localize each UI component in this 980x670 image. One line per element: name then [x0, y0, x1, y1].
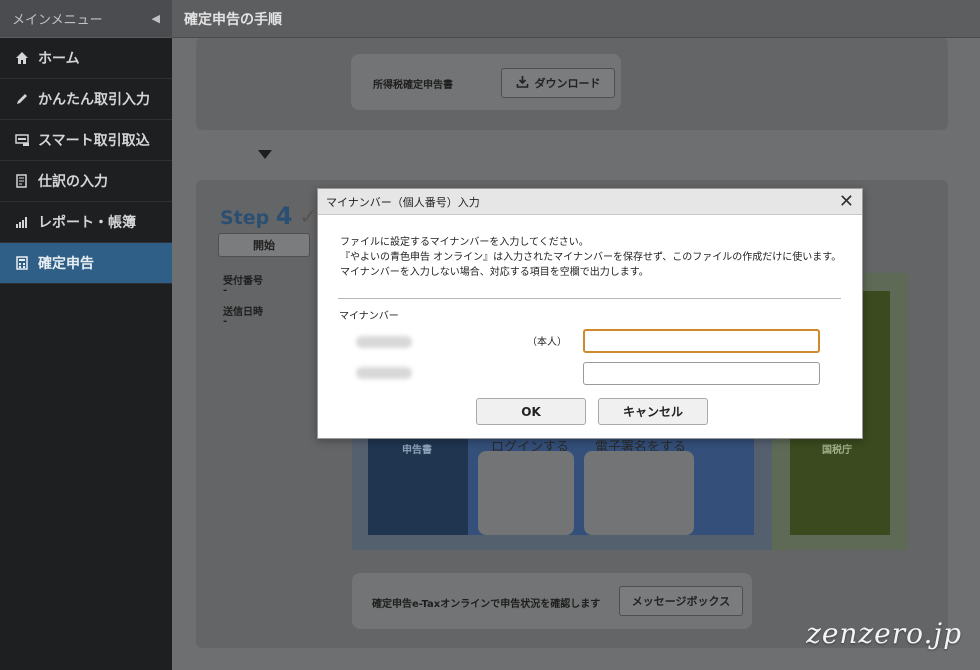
ok-button[interactable]: OK — [476, 398, 586, 425]
watermark: zenzero.jp — [806, 617, 962, 650]
journal-icon — [14, 173, 30, 189]
sidebar-item-label: ホーム — [38, 51, 80, 67]
dialog-title: マイナンバー（個人番号）入力 — [326, 195, 480, 209]
redacted-name-1 — [356, 336, 412, 348]
cancel-button[interactable]: キャンセル — [598, 398, 708, 425]
sidebar-title: メインメニュー — [12, 13, 103, 28]
doc-label: 所得税確定申告書 — [373, 80, 453, 91]
home-icon — [14, 50, 30, 66]
dialog-titlebar: マイナンバー（個人番号）入力 ✕ — [318, 189, 862, 215]
my-number-self-field[interactable] — [583, 329, 820, 353]
self-label: （本人） — [527, 337, 567, 348]
sidebar-item-journal[interactable]: 仕訳の入力 — [0, 161, 172, 202]
sent-label: 送信日時 — [223, 307, 263, 318]
sidebar-item-label: かんたん取引入力 — [38, 92, 150, 108]
sidebar-header[interactable]: メインメニュー ◀ — [0, 0, 172, 38]
desc-line-1: ファイルに設定するマイナンバーを入力してください。 — [340, 237, 589, 248]
import-icon — [14, 132, 30, 148]
login-card — [478, 451, 574, 535]
sign-card — [584, 451, 694, 535]
step-number: 4 — [275, 202, 293, 230]
receipt-value: - — [223, 285, 228, 296]
dialog-description: ファイルに設定するマイナンバーを入力してください。 『やよいの青色申告 オンライ… — [340, 235, 841, 280]
desc-line-3: マイナンバーを入力しない場合、対応する項目を空欄で出力します。 — [340, 267, 649, 278]
sidebar-item-label: スマート取引取込 — [38, 133, 150, 149]
start-button-label: 開始 — [253, 239, 275, 252]
sidebar-item-reports[interactable]: レポート・帳簿 — [0, 202, 172, 243]
my-number-dependent-field[interactable] — [583, 362, 820, 385]
sent-value: - — [223, 316, 228, 327]
divider — [338, 298, 841, 299]
sidebar-item-label: 仕訳の入力 — [38, 174, 108, 190]
status-card: 確定申告e-Taxオンラインで申告状況を確認します メッセージボックス — [352, 573, 752, 629]
illus-doc-label: 申告書 — [402, 445, 432, 456]
status-text: 確定申告e-Taxオンラインで申告状況を確認します — [372, 599, 601, 610]
topbar: 確定申告の手順 — [172, 0, 980, 38]
redacted-name-2 — [356, 367, 412, 379]
page-title: 確定申告の手順 — [184, 11, 282, 28]
sidebar-item-tax-return[interactable]: 確定申告 — [0, 243, 172, 284]
download-panel: 所得税確定申告書 ダウンロード — [196, 38, 948, 130]
down-arrow-icon — [258, 150, 272, 159]
desc-line-2: 『やよいの青色申告 オンライン』は入力されたマイナンバーを保存せず、このファイル… — [340, 252, 842, 263]
sidebar-item-home[interactable]: ホーム — [0, 38, 172, 79]
download-icon — [516, 75, 529, 91]
sidebar-item-smart-import[interactable]: スマート取引取込 — [0, 120, 172, 161]
sidebar: メインメニュー ◀ ホーム かんたん取引入力 スマート取引取込 仕訳の入力 レポ… — [0, 0, 172, 670]
check-icon: ✓ — [299, 205, 318, 230]
bar-chart-icon — [14, 214, 30, 230]
collapse-icon[interactable]: ◀ — [152, 12, 160, 25]
sidebar-item-label: 確定申告 — [38, 256, 94, 272]
step-heading: Step 4 ✓ — [220, 202, 318, 230]
illus-tax-label: 国税庁 — [822, 445, 852, 456]
step-label: Step — [220, 207, 270, 229]
download-button[interactable]: ダウンロード — [501, 68, 615, 98]
section-label: マイナンバー — [339, 311, 399, 322]
close-icon[interactable]: ✕ — [839, 192, 854, 211]
my-number-dialog: マイナンバー（個人番号）入力 ✕ ファイルに設定するマイナンバーを入力してくださ… — [317, 188, 863, 439]
pencil-icon — [14, 91, 30, 107]
download-card: 所得税確定申告書 ダウンロード — [351, 54, 621, 110]
sidebar-item-label: レポート・帳簿 — [38, 215, 136, 231]
start-button[interactable]: 開始 — [218, 233, 310, 257]
calculator-icon — [14, 255, 30, 271]
sidebar-item-easy-entry[interactable]: かんたん取引入力 — [0, 79, 172, 120]
download-button-label: ダウンロード — [534, 77, 601, 90]
message-box-button-label: メッセージボックス — [631, 595, 731, 608]
message-box-button[interactable]: メッセージボックス — [619, 586, 743, 616]
receipt-label: 受付番号 — [223, 276, 263, 287]
